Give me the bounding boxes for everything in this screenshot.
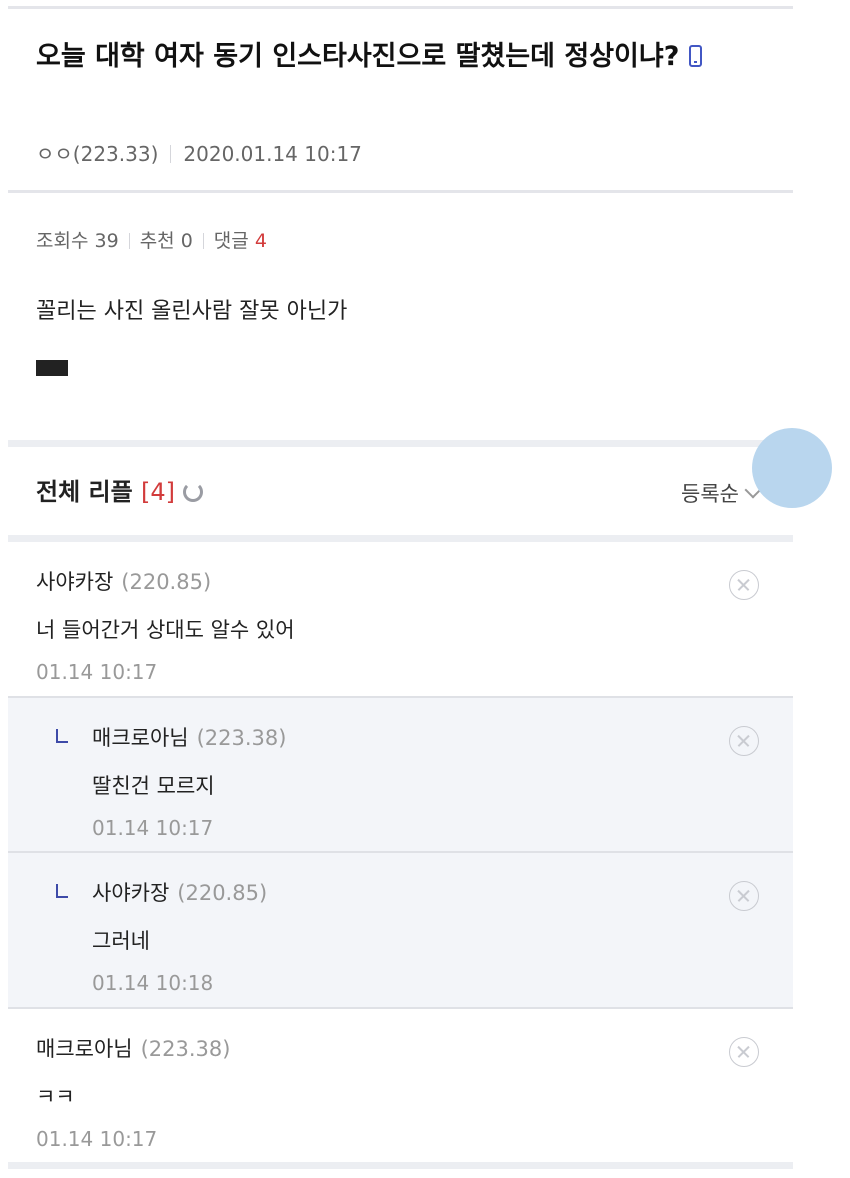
post-title: 오늘 대학 여자 동기 인스타사진으로 딸쳤는데 정상이냐? [36,34,776,80]
top-divider [8,6,793,9]
comment-text: ㅋㅋ [36,1085,75,1109]
reply-arrow-icon [56,884,68,898]
delete-comment-icon[interactable] [729,881,759,911]
comment-author-line: 사야카장 (220.85) [36,566,211,596]
comment-time: 01.14 10:17 [92,816,214,840]
comment-ip: (220.85) [177,881,268,905]
stats-separator [202,233,204,249]
views-label: 조회수 [36,230,89,252]
floating-action-button[interactable] [752,428,832,508]
comments-label: 댓글 [213,230,249,252]
comment-author[interactable]: 매크로아님 [36,1037,133,1061]
delete-comment-icon[interactable] [729,570,759,600]
views-count: 39 [94,230,119,252]
comment-text: 딸친건 모르지 [92,774,215,798]
mobile-phone-icon [689,45,703,67]
post-page: 오늘 대학 여자 동기 인스타사진으로 딸쳤는데 정상이냐? ㅇㅇ(223.33… [8,0,793,1178]
comment-time: 01.14 10:17 [36,660,158,684]
reply-arrow-icon [56,729,68,743]
post-title-text: 오늘 대학 여자 동기 인스타사진으로 딸쳤는데 정상이냐? [36,41,680,72]
post-meta: ㅇㅇ(223.33) 2020.01.14 10:17 [36,138,362,167]
sort-label: 등록순 [681,482,739,506]
reply-item: 사야카장 (220.85) 그러네 01.14 10:18 [8,853,793,1007]
comment-author-line: 매크로아님 (223.38) [36,1033,230,1063]
comments-count: 4 [254,230,267,252]
comments-top-divider [8,535,793,542]
comment-author[interactable]: 사야카장 [36,570,113,594]
recommend-label: 추천 [139,230,175,252]
header-divider [8,190,793,193]
post-author[interactable]: ㅇㅇ(223.33) [36,142,158,166]
post-stats: 조회수 39 추천 0 댓글 4 [36,226,267,253]
meta-separator [170,145,172,163]
comment-author-line: 사야카장 (220.85) [92,877,267,907]
comment-ip: (223.38) [196,726,287,750]
comment-author[interactable]: 매크로아님 [92,726,189,750]
post-date: 2020.01.14 10:17 [183,142,362,166]
reply-item: 매크로아님 (223.38) 딸친건 모르지 01.14 10:17 [8,698,793,851]
comment-time: 01.14 10:18 [92,971,214,995]
bottom-divider [8,1162,793,1169]
sort-dropdown[interactable]: 등록순 [681,478,762,508]
comment-time: 01.14 10:17 [36,1127,158,1151]
comments-title: 전체 리플 [36,478,133,506]
comments-header-count: [4] [141,478,176,506]
comment-item: 매크로아님 (223.38) ㅋㅋ 01.14 10:17 [8,1009,793,1161]
comment-item: 사야카장 (220.85) 너 들어간거 상대도 알수 있어 01.14 10:1… [8,542,793,696]
post-body: 꼴리는 사진 올린사람 잘못 아닌가 [36,299,348,324]
redacted-emoticon [36,360,68,376]
section-divider [8,440,793,447]
delete-comment-icon[interactable] [729,1037,759,1067]
delete-comment-icon[interactable] [729,726,759,756]
refresh-icon[interactable] [183,482,204,502]
comment-text: 너 들어간거 상대도 알수 있어 [36,618,295,642]
recommend-count: 0 [180,230,193,252]
stats-separator [128,233,130,249]
comment-text: 그러네 [92,929,150,953]
comments-header: 전체 리플 [4] [36,472,204,507]
comment-ip: (223.38) [140,1037,231,1061]
comment-author[interactable]: 사야카장 [92,881,169,905]
comment-author-line: 매크로아님 (223.38) [92,722,286,752]
comment-ip: (220.85) [121,570,212,594]
